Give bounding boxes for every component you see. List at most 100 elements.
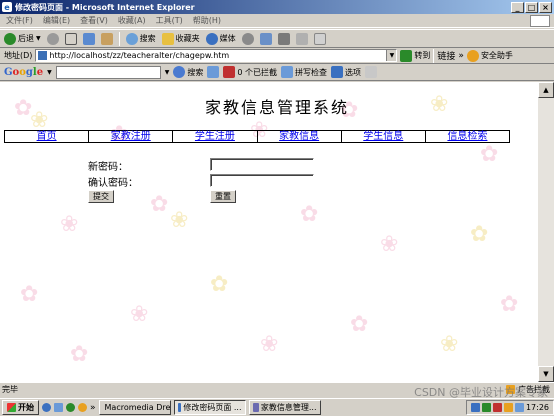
scroll-down-icon[interactable]: ▼ bbox=[538, 366, 554, 382]
background-flower-icon: ✿ bbox=[300, 202, 319, 227]
go-label: 转到 bbox=[414, 51, 431, 60]
task-label: 家教信息管理... bbox=[260, 403, 317, 412]
google-search-button[interactable]: 搜索 bbox=[173, 66, 203, 78]
nav-link-student-info[interactable]: 学生信息 bbox=[342, 131, 426, 142]
back-label: 后退 bbox=[18, 34, 34, 43]
options-icon bbox=[330, 66, 343, 78]
google-search-dropdown-icon[interactable]: ▼ bbox=[165, 69, 170, 76]
nav-link-student-register[interactable]: 学生注册 bbox=[173, 131, 258, 142]
nav-link-info-search[interactable]: 信息检索 bbox=[426, 131, 509, 142]
maximize-button[interactable]: □ bbox=[525, 1, 538, 13]
favorites-label: 收藏夹 bbox=[175, 34, 200, 43]
menu-edit[interactable]: 编辑(E) bbox=[43, 15, 70, 26]
menu-view[interactable]: 查看(V) bbox=[80, 15, 108, 26]
menu-favorites[interactable]: 收藏(A) bbox=[118, 15, 146, 26]
scroll-up-icon[interactable]: ▲ bbox=[538, 82, 554, 98]
google-toolbar: Google ▼ ▼ 搜索 0 个已拦截 拼写检查 选项 bbox=[0, 64, 554, 81]
title-bar: e 修改密码页面 - Microsoft Internet Explorer _… bbox=[0, 0, 554, 14]
site-search-icon[interactable] bbox=[207, 66, 220, 78]
menu-bar: 文件(F) 编辑(E) 查看(V) 收藏(A) 工具(T) 帮助(H) bbox=[0, 14, 554, 28]
spellcheck-icon bbox=[280, 66, 293, 78]
background-flower-icon: ✿ bbox=[20, 282, 39, 307]
quicklaunch-ie-icon[interactable] bbox=[42, 403, 51, 412]
quicklaunch-more-icon[interactable]: » bbox=[90, 403, 96, 413]
search-button[interactable]: 搜索 bbox=[125, 32, 156, 45]
safety-assistant-button[interactable]: 安全助手 bbox=[466, 49, 513, 62]
system-tray: 17:26 bbox=[465, 400, 554, 415]
reset-button[interactable]: 重置 bbox=[210, 190, 236, 203]
go-arrow-icon bbox=[400, 49, 413, 62]
options-button[interactable]: 选项 bbox=[330, 66, 361, 78]
toolbar: 后退 ▼ 搜索 收藏夹 媒体 bbox=[0, 29, 554, 48]
tray-shield-icon[interactable] bbox=[503, 403, 513, 412]
spellcheck-button[interactable]: 拼写检查 bbox=[280, 66, 327, 78]
taskbar-task-dreamweaver[interactable]: Macromedia Dre... bbox=[98, 400, 171, 415]
address-dropdown-icon[interactable]: ▼ bbox=[386, 50, 397, 61]
favorites-button[interactable]: 收藏夹 bbox=[161, 32, 200, 45]
forward-button[interactable] bbox=[46, 32, 59, 45]
edit-icon[interactable] bbox=[295, 32, 308, 45]
highlight-icon[interactable] bbox=[364, 66, 377, 78]
more-chevron-icon[interactable]: » bbox=[458, 51, 464, 61]
start-button[interactable]: 开始 bbox=[2, 400, 39, 415]
back-button[interactable]: 后退 ▼ bbox=[4, 32, 41, 45]
task-label: 修改密码页面 ... bbox=[183, 403, 242, 412]
document-task-icon bbox=[252, 403, 259, 412]
confirm-password-field[interactable] bbox=[210, 174, 314, 187]
go-button[interactable]: 转到 bbox=[400, 49, 431, 62]
back-arrow-icon bbox=[4, 32, 16, 45]
nav-link-home[interactable]: 首页 bbox=[5, 131, 90, 142]
background-flower-icon: ❀ bbox=[260, 332, 279, 357]
nav-table: 首页 家教注册 学生注册 家教信息 学生信息 信息检索 bbox=[4, 130, 510, 143]
menu-file[interactable]: 文件(F) bbox=[6, 15, 33, 26]
safety-label: 安全助手 bbox=[480, 51, 513, 60]
vertical-scrollbar[interactable]: ▲ ▼ bbox=[538, 82, 554, 382]
minimize-button[interactable]: _ bbox=[511, 1, 524, 13]
new-password-field[interactable] bbox=[210, 158, 314, 171]
refresh-icon[interactable] bbox=[82, 32, 95, 45]
google-menu-chevron-icon[interactable]: ▼ bbox=[47, 69, 52, 76]
spellcheck-label: 拼写检查 bbox=[294, 67, 327, 77]
close-button[interactable]: × bbox=[539, 1, 552, 13]
clock[interactable]: 17:26 bbox=[526, 403, 549, 412]
menu-tools[interactable]: 工具(T) bbox=[156, 15, 183, 26]
mail-icon[interactable] bbox=[259, 32, 272, 45]
toolbar-divider bbox=[118, 31, 120, 46]
tray-app-icon[interactable] bbox=[481, 403, 491, 412]
nav-link-tutor-info[interactable]: 家教信息 bbox=[258, 131, 342, 142]
history-icon[interactable] bbox=[241, 32, 254, 45]
quicklaunch-shield-icon[interactable] bbox=[78, 403, 87, 412]
media-button[interactable]: 媒体 bbox=[205, 32, 236, 45]
address-input[interactable]: http://localhost/zz/teacheralter/chagepw… bbox=[35, 49, 398, 62]
page-title: 家教信息管理系统 bbox=[204, 98, 349, 117]
print-icon[interactable] bbox=[277, 32, 290, 45]
tray-network-icon[interactable] bbox=[470, 403, 480, 412]
submit-button[interactable]: 提交 bbox=[88, 190, 114, 203]
quicklaunch-desktop-icon[interactable] bbox=[54, 403, 63, 412]
popup-blocked-count: 0 个已拦截 bbox=[237, 67, 277, 77]
links-button[interactable]: 链接 bbox=[437, 49, 455, 62]
home-icon[interactable] bbox=[100, 32, 113, 45]
media-icon bbox=[205, 32, 218, 45]
tray-alert-icon[interactable] bbox=[492, 403, 502, 412]
page-content: ✿ ❀ ✿ ❀ ✿ ❀ ✿ ❀ ✿ ❀ ✿ ❀ ✿ ✿ ❀ ✿ ❀ ✿ ❀ ✿ … bbox=[0, 82, 554, 382]
stop-icon[interactable] bbox=[64, 32, 77, 45]
background-flower-icon: ❀ bbox=[440, 332, 459, 357]
discuss-icon[interactable] bbox=[313, 32, 326, 45]
forward-arrow-icon bbox=[46, 32, 59, 45]
quicklaunch-media-icon[interactable] bbox=[66, 403, 75, 412]
browser-window: e 修改密码页面 - Microsoft Internet Explorer _… bbox=[0, 0, 554, 416]
google-search-input[interactable] bbox=[55, 65, 161, 79]
background-flower-icon: ❀ bbox=[60, 212, 79, 237]
google-logo[interactable]: Google bbox=[4, 67, 43, 78]
menu-help[interactable]: 帮助(H) bbox=[193, 15, 221, 26]
google-search-label: 搜索 bbox=[187, 67, 204, 77]
options-label: 选项 bbox=[344, 67, 361, 77]
taskbar-task-tutor-system[interactable]: 家教信息管理... bbox=[248, 400, 321, 415]
windows-logo-icon bbox=[530, 15, 550, 27]
background-flower-icon: ✿ bbox=[350, 312, 369, 337]
popup-blocker-button[interactable]: 0 个已拦截 bbox=[223, 66, 277, 78]
nav-link-tutor-register[interactable]: 家教注册 bbox=[89, 131, 174, 142]
tray-volume-icon[interactable] bbox=[514, 403, 524, 412]
taskbar-task-change-password[interactable]: 修改密码页面 ... bbox=[173, 400, 246, 415]
